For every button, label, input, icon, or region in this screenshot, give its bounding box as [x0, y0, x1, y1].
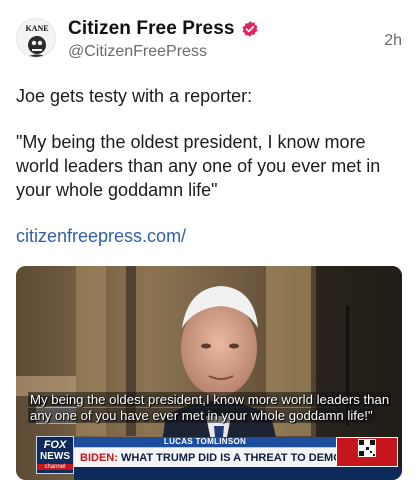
video-subtitle: My being the oldest president,I know mor… [28, 392, 398, 424]
headline-text: WHAT TRUMP DID IS A THREAT TO DEMOCRACY [120, 452, 336, 464]
headline-prefix: BIDEN: [80, 452, 118, 464]
qr-code-icon [358, 439, 376, 457]
author-handle[interactable]: @CitizenFreePress [68, 43, 402, 61]
author-display-name[interactable]: Citizen Free Press [68, 18, 235, 40]
avatar-image: KANE [17, 19, 55, 57]
post-body: Joe gets testy with a reporter: "My bein… [16, 84, 408, 248]
post-card[interactable]: KANE Citizen Free Press @CitizenFreePres… [0, 0, 418, 500]
logo-sub-text: channel [37, 464, 73, 470]
subtitle-line-1: My being the oldest president,I know mor… [28, 392, 392, 407]
post-header: Citizen Free Press @CitizenFreePress 2h [68, 18, 402, 62]
verified-badge-icon [242, 21, 257, 37]
logo-top-text: FOX [43, 439, 67, 451]
news-lower-third: FOX NEWS channel LUCAS TOMLINSON BIDEN: … [16, 433, 402, 480]
fox-news-logo: FOX NEWS channel [36, 436, 74, 474]
post-text-intro: Joe gets testy with a reporter: [16, 86, 253, 106]
post-text-quote: "My being the oldest president, I know m… [16, 132, 381, 200]
logo-bottom-text: NEWS [40, 451, 70, 462]
reporter-name-bar: LUCAS TOMLINSON [74, 437, 336, 447]
post-media-image[interactable]: My being the oldest president,I know mor… [16, 266, 402, 480]
post-timestamp[interactable]: 2h [384, 32, 402, 50]
news-headline-bar: BIDEN: WHAT TRUMP DID IS A THREAT TO DEM… [74, 447, 336, 467]
author-avatar[interactable]: KANE [16, 18, 56, 58]
avatar-logo-text: KANE [25, 24, 48, 33]
post-link[interactable]: citizenfreepress.com/ [16, 226, 186, 246]
subtitle-line-2: any one of you have ever met in your who… [28, 408, 375, 423]
news-ticker [74, 467, 402, 480]
